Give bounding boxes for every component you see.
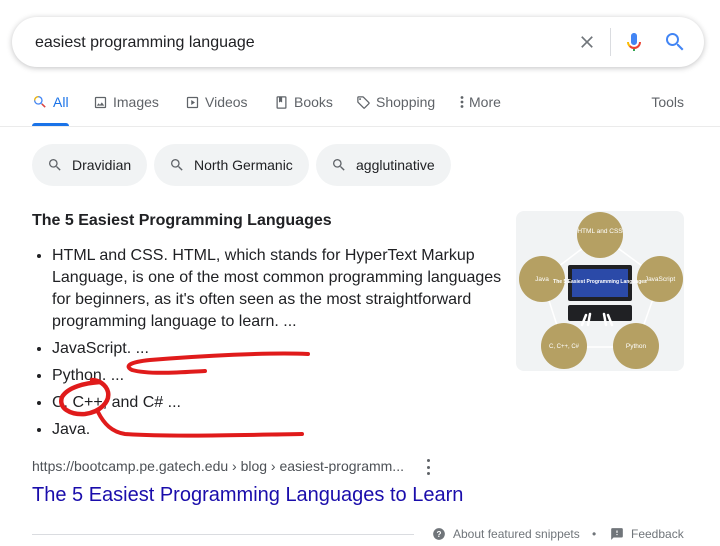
laptop-keyboard [568,305,632,321]
search-icon [46,156,64,174]
tab-label: Books [294,94,333,110]
vertical-dots-icon [458,94,466,110]
tab-label: All [53,94,69,110]
tab-videos[interactable]: Videos [184,92,248,126]
list-item: HTML and CSS. HTML, which stands for Hyp… [52,244,512,333]
clear-icon[interactable] [574,29,600,55]
tab-all[interactable]: All [32,92,69,126]
microphone-icon[interactable] [621,29,647,55]
related-chip-dravidian[interactable]: Dravidian [32,144,148,186]
more-options-icon[interactable] [423,459,433,475]
book-icon [273,94,289,110]
thumb-node-html [577,212,623,258]
chip-label: Dravidian [72,157,132,173]
result-url[interactable]: https://bootcamp.pe.gatech.edu › blog › … [32,458,404,474]
tab-label: More [469,94,501,110]
help-icon: ? [433,528,445,540]
list-item: C, C++, and C# ... [52,391,512,414]
tag-icon [355,94,371,110]
search-tabs: All Images Videos Books Shopping More [32,92,720,126]
tab-more[interactable]: More [458,92,501,126]
about-label: About featured snippets [453,527,580,541]
result-title-link[interactable]: The 5 Easiest Programming Languages to L… [32,484,463,507]
image-icon [92,94,108,110]
chip-label: agglutinative [356,157,435,173]
about-featured-snippets-link[interactable]: ? About featured snippets [432,527,580,541]
tools-button[interactable]: Tools [651,92,684,112]
tab-shopping[interactable]: Shopping [355,92,435,126]
feedback-icon [611,528,623,540]
thumb-label-python: Python [626,343,647,350]
play-icon [184,94,200,110]
related-chip-agglutinative[interactable]: agglutinative [316,144,451,186]
thumbnail-diagram: The 5 Easiest Programming Languages HTML… [519,212,683,369]
search-bar [12,17,704,67]
searchbar-divider [610,28,611,56]
thumb-label-c: C, C++, C# [549,344,580,350]
snippet-divider [32,534,414,535]
search-icon[interactable] [662,29,688,55]
tab-books[interactable]: Books [273,92,333,126]
search-icon [168,156,186,174]
search-input[interactable] [33,29,557,57]
snippet-thumbnail[interactable]: The 5 Easiest Programming Languages HTML… [516,211,684,371]
tab-label: Images [113,94,159,110]
list-item: Python. ... [52,364,512,387]
search-icon [32,94,48,110]
tab-label: Videos [205,94,248,110]
thumb-label-html: HTML and CSS [577,228,623,235]
chip-label: North Germanic [194,157,293,173]
feedback-link[interactable]: Feedback [610,527,684,541]
thumb-label-java: Java [535,276,549,283]
snippet-title: The 5 Easiest Programming Languages [32,212,332,229]
thumb-label-javascript: JavaScript [645,276,676,283]
tab-label: Shopping [376,94,436,110]
tab-images[interactable]: Images [92,92,159,126]
svg-text:?: ? [437,530,442,539]
snippet-list: HTML and CSS. HTML, which stands for Hyp… [32,244,512,445]
tabs-divider [0,126,720,127]
search-icon [330,156,348,174]
list-item: Java. [52,418,512,441]
related-chip-north-germanic[interactable]: North Germanic [154,144,309,186]
thumb-center-title: The 5 Easiest Programming Languages [553,279,647,285]
footer-separator: • [592,527,597,541]
list-item: JavaScript. ... [52,337,512,360]
feedback-label: Feedback [631,527,684,541]
